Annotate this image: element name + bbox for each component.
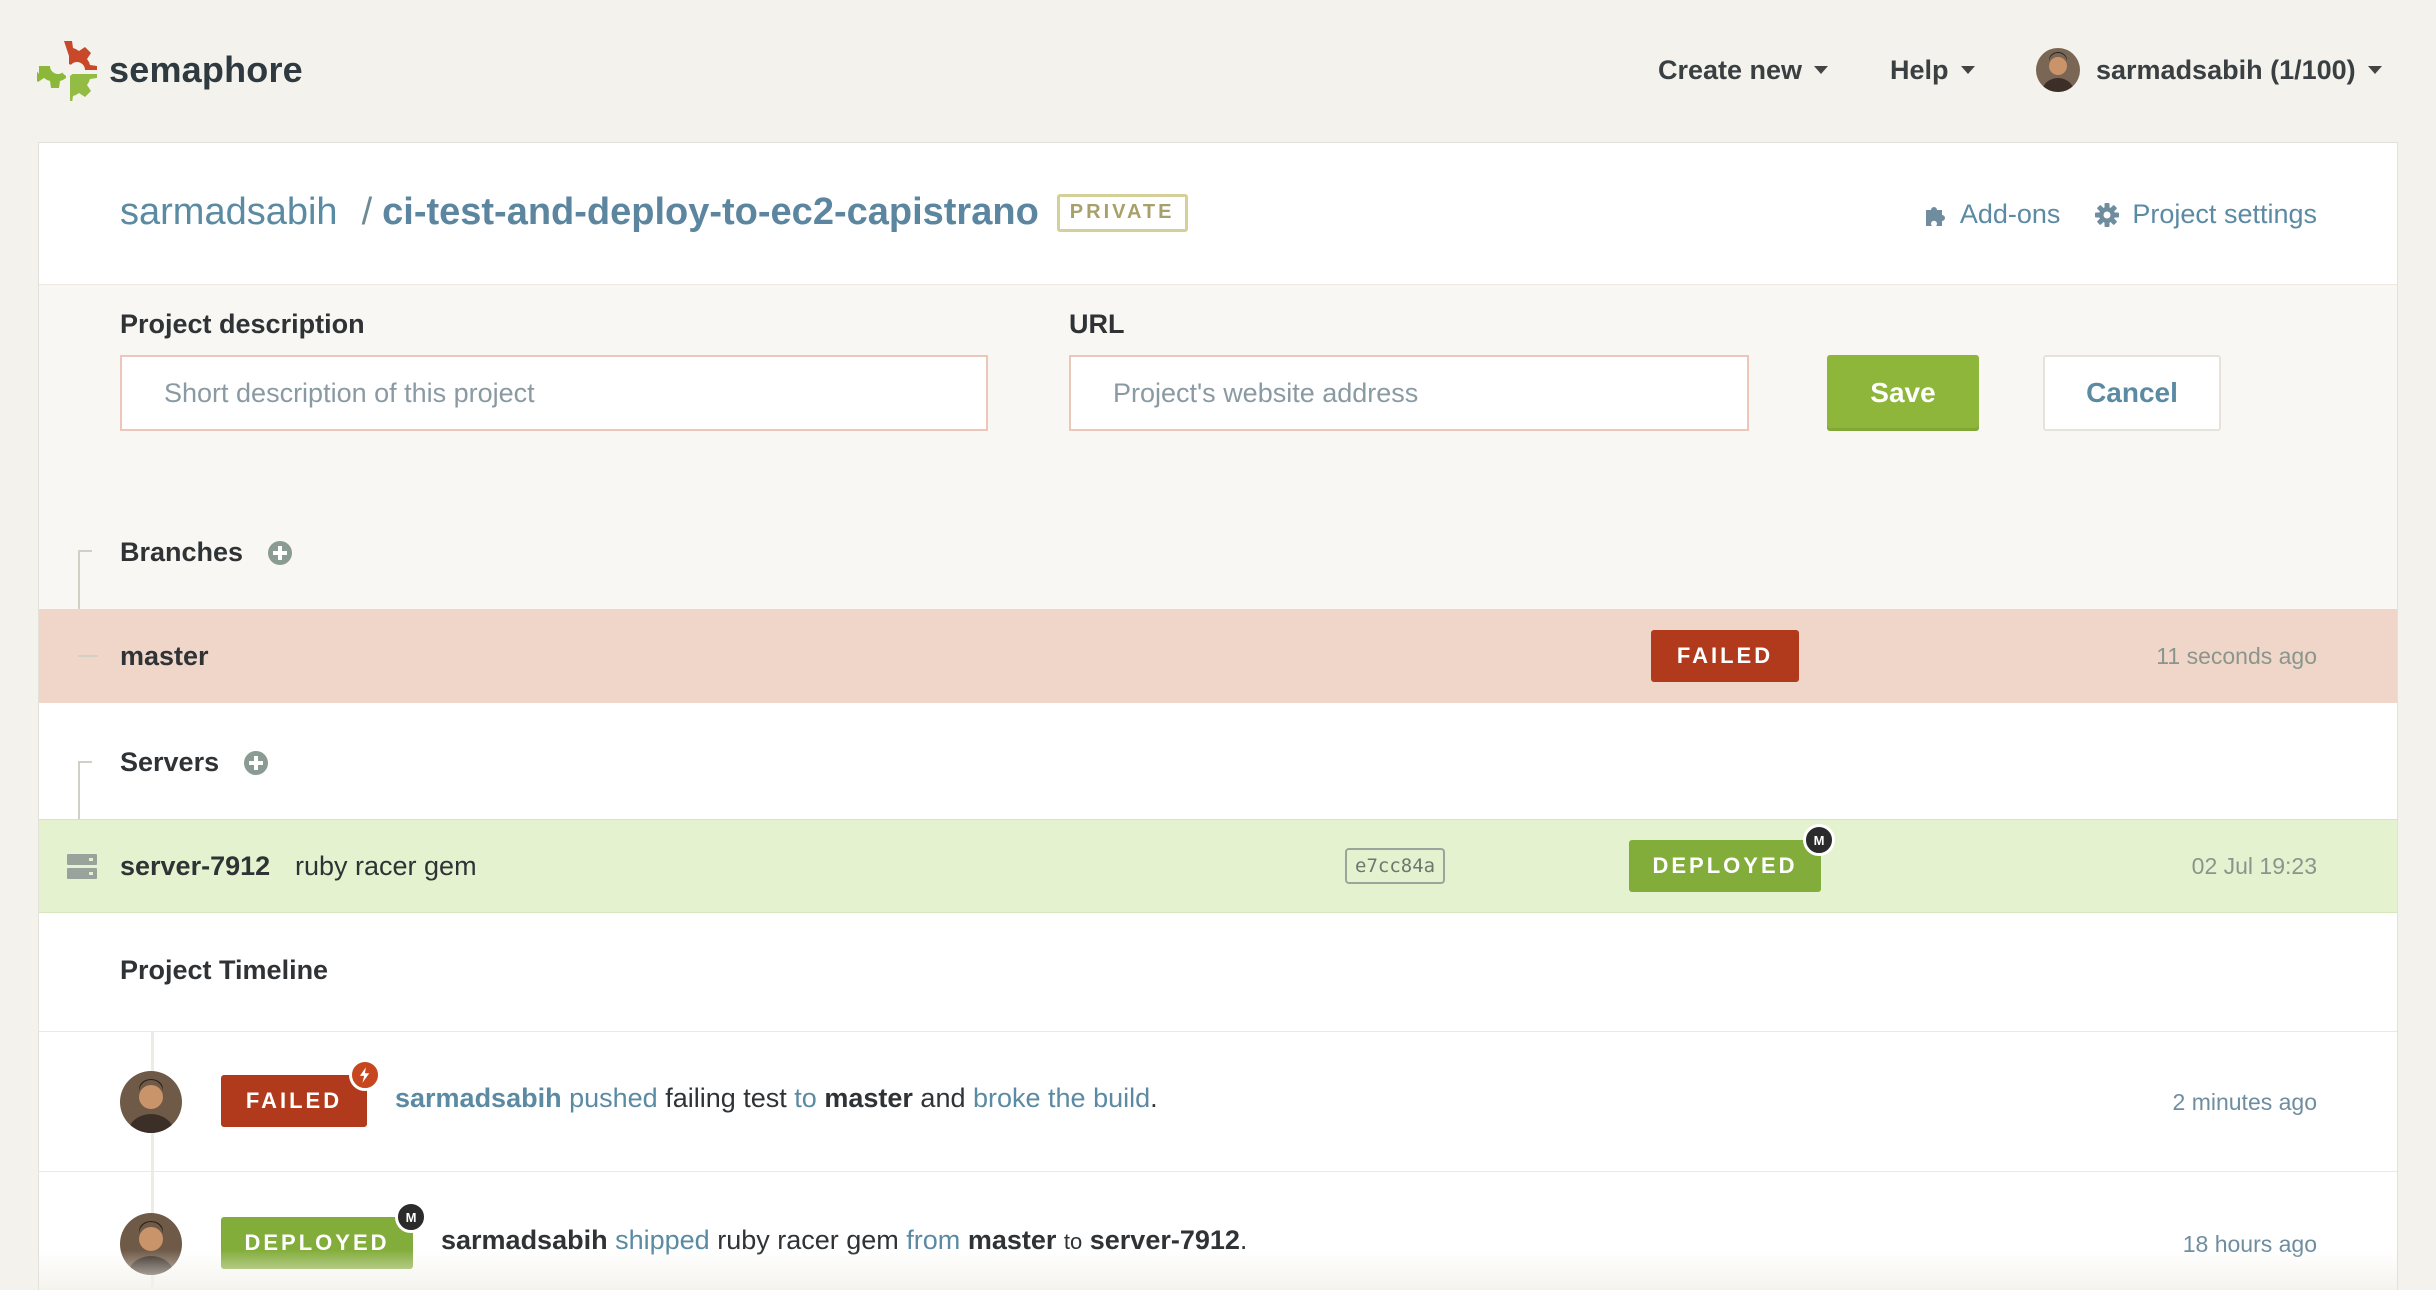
server-tree-tick bbox=[78, 761, 92, 763]
servers-title: Servers bbox=[120, 747, 220, 777]
semaphore-logo[interactable]: semaphore bbox=[37, 39, 303, 101]
chevron-down-icon bbox=[2367, 66, 2382, 74]
user-label: sarmadsabih (1/100) bbox=[2096, 54, 2356, 85]
servers-section-title: Servers bbox=[120, 747, 269, 778]
manual-deploy-badge: M bbox=[1803, 824, 1835, 856]
brand-name: semaphore bbox=[109, 49, 303, 90]
top-navigation: semaphore Create new Help sarmadsabih (1… bbox=[0, 0, 2436, 140]
build-link[interactable]: broke the build bbox=[973, 1083, 1150, 1113]
server-icon bbox=[67, 854, 97, 879]
scroll-fade bbox=[39, 1250, 2397, 1290]
server-row[interactable]: server-7912 ruby racer gem e7cc84a DEPLO… bbox=[39, 819, 2397, 913]
breadcrumb: sarmadsabih / ci-test-and-deploy-to-ec2-… bbox=[120, 191, 1188, 234]
timeline-item: FAILED sarmadsabih pushed failing test t… bbox=[39, 1031, 2397, 1171]
timeline-message: sarmadsabih pushed failing test to maste… bbox=[395, 1083, 1158, 1114]
status-badge[interactable]: DEPLOYED M bbox=[1629, 824, 1835, 892]
action-verb: pushed bbox=[569, 1083, 658, 1113]
branches-section-title: Branches bbox=[120, 537, 293, 568]
breadcrumb-separator: / bbox=[361, 191, 373, 233]
branch-name[interactable]: master bbox=[120, 641, 209, 672]
private-badge: PRIVATE bbox=[1056, 193, 1188, 232]
project-settings-label: Project settings bbox=[2132, 199, 2317, 229]
commit-sha[interactable]: e7cc84a bbox=[1345, 848, 1446, 884]
addons-link[interactable]: Add-ons bbox=[1922, 199, 2061, 230]
sentence-end: . bbox=[1150, 1083, 1158, 1113]
plus-circle-icon[interactable] bbox=[267, 540, 293, 566]
chevron-down-icon bbox=[1814, 66, 1829, 74]
chevron-down-icon bbox=[1960, 66, 1975, 74]
conjunction: and bbox=[920, 1083, 966, 1113]
breadcrumb-owner[interactable]: sarmadsabih bbox=[120, 191, 338, 234]
gear-logo-icon bbox=[37, 41, 97, 101]
help-menu[interactable]: Help bbox=[1890, 50, 1975, 90]
addons-label: Add-ons bbox=[1959, 199, 2061, 229]
breadcrumb-project[interactable]: ci-test-and-deploy-to-ec2-capistrano bbox=[382, 191, 1039, 234]
help-label: Help bbox=[1890, 54, 1949, 85]
branch-row-master[interactable]: master FAILED 11 seconds ago bbox=[39, 609, 2397, 703]
timeline-title: Project Timeline bbox=[120, 955, 329, 985]
description-label: Project description bbox=[120, 309, 365, 339]
avatar bbox=[2036, 48, 2080, 92]
description-input[interactable] bbox=[120, 355, 988, 431]
gear-icon bbox=[2095, 202, 2120, 227]
user-menu[interactable]: sarmadsabih (1/100) bbox=[2036, 48, 2382, 92]
project-edit-form bbox=[39, 285, 2397, 635]
lightning-icon bbox=[349, 1059, 381, 1091]
branch-time: 11 seconds ago bbox=[2156, 642, 2317, 669]
save-button[interactable]: Save bbox=[1827, 355, 1979, 431]
commit-message[interactable]: failing test bbox=[665, 1083, 787, 1113]
user-link[interactable]: sarmadsabih bbox=[395, 1083, 562, 1113]
preposition: to bbox=[794, 1083, 817, 1113]
server-time: 02 Jul 19:23 bbox=[2191, 852, 2317, 879]
timeline-time: 2 minutes ago bbox=[2172, 1089, 2317, 1115]
server-deploy-description: ruby racer gem bbox=[295, 850, 477, 881]
branch-link[interactable]: master bbox=[824, 1083, 913, 1113]
project-header-links: Add-ons Project settings bbox=[1888, 199, 2317, 230]
project-card: sarmadsabih / ci-test-and-deploy-to-ec2-… bbox=[38, 142, 2398, 1290]
create-new-menu[interactable]: Create new bbox=[1658, 50, 1829, 90]
plus-circle-icon[interactable] bbox=[243, 750, 269, 776]
puzzle-icon bbox=[1925, 206, 1945, 226]
project-settings-link[interactable]: Project settings bbox=[2094, 199, 2317, 230]
status-label: DEPLOYED bbox=[1652, 853, 1798, 878]
status-badge[interactable]: FAILED bbox=[221, 1059, 381, 1127]
status-badge[interactable]: FAILED bbox=[1651, 630, 1799, 682]
create-new-label: Create new bbox=[1658, 54, 1803, 85]
status-label: FAILED bbox=[245, 1088, 343, 1113]
project-header: sarmadsabih / ci-test-and-deploy-to-ec2-… bbox=[39, 143, 2397, 285]
cancel-button[interactable]: Cancel bbox=[2043, 355, 2221, 431]
branch-tree-tick bbox=[78, 550, 92, 552]
url-input[interactable] bbox=[1069, 355, 1749, 431]
server-name[interactable]: server-7912 bbox=[120, 851, 270, 882]
branches-title: Branches bbox=[120, 537, 244, 567]
branch-tree-connector bbox=[78, 655, 98, 657]
manual-deploy-badge: M bbox=[395, 1201, 427, 1233]
avatar[interactable] bbox=[120, 1071, 182, 1133]
url-label: URL bbox=[1069, 309, 1125, 339]
